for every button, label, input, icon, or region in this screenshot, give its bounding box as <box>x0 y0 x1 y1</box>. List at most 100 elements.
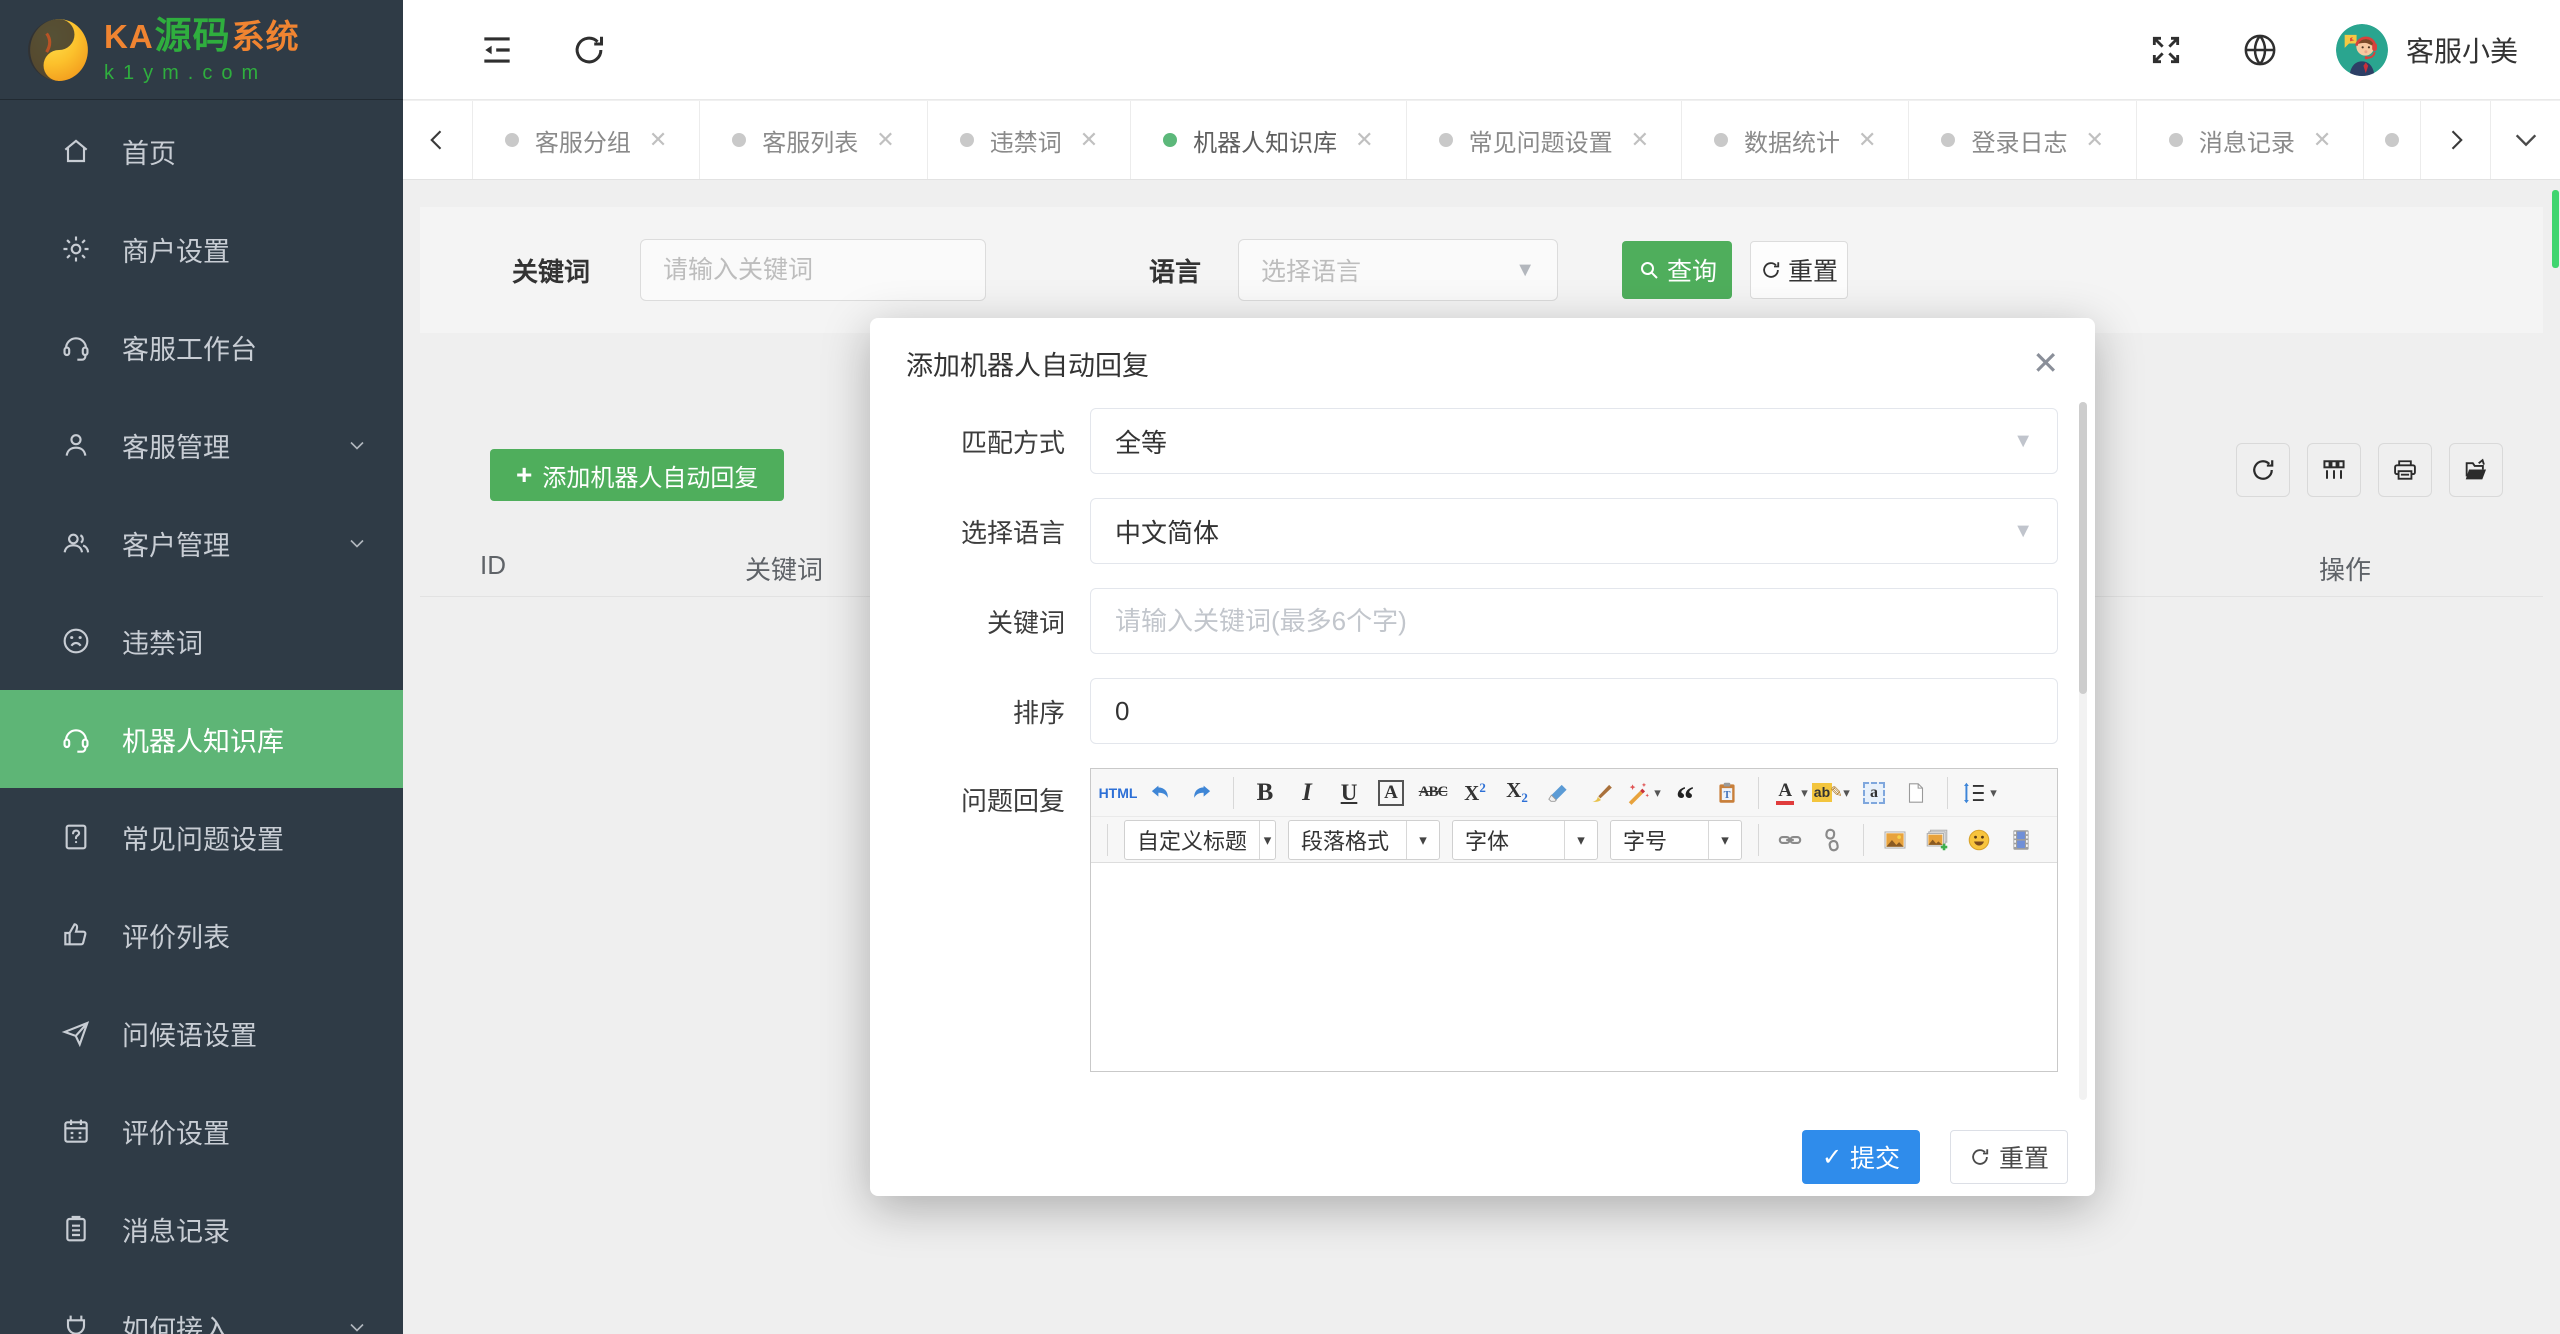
tabs-dropdown-button[interactable] <box>2490 101 2560 179</box>
export-button[interactable] <box>2449 443 2503 497</box>
tab-login-log[interactable]: 登录日志 ✕ <box>1908 101 2135 179</box>
filter-reset-button[interactable]: 重置 <box>1750 241 1849 299</box>
sidebar-item-service-management[interactable]: 客服管理 <box>0 396 403 494</box>
collapse-sidebar-button[interactable] <box>477 30 517 70</box>
quick-format-button[interactable]: ▾ <box>1623 773 1663 813</box>
close-icon[interactable]: ✕ <box>2032 347 2059 379</box>
new-document-button[interactable] <box>1896 773 1936 813</box>
calendar-icon <box>60 1115 92 1147</box>
user-avatar[interactable] <box>2335 23 2388 76</box>
refresh-page-button[interactable] <box>569 30 609 70</box>
format-brush-button[interactable] <box>1581 773 1621 813</box>
add-robot-reply-button[interactable]: + 添加机器人自动回复 <box>490 449 785 501</box>
sidebar-item-review-settings[interactable]: 评价设置 <box>0 1082 403 1180</box>
match-type-select[interactable]: 全等 ▼ <box>1090 408 2058 474</box>
tab-close-icon[interactable]: ✕ <box>1355 127 1373 153</box>
anchor-button[interactable]: a <box>1854 773 1894 813</box>
refresh-button[interactable] <box>2236 443 2290 497</box>
tab-close-icon[interactable]: ✕ <box>876 127 894 153</box>
tab-close-icon[interactable]: ✕ <box>1858 127 1876 153</box>
sidebar-item-review-list[interactable]: 评价列表 <box>0 886 403 984</box>
user-name[interactable]: 客服小美 <box>2406 30 2518 70</box>
printer-icon <box>2391 456 2419 484</box>
unlink-button[interactable] <box>1812 820 1852 860</box>
sidebar-item-forbidden-words[interactable]: 违禁词 <box>0 592 403 690</box>
line-height-button[interactable]: ▾ <box>1959 773 1999 813</box>
font-color-button[interactable]: A ▾ <box>1770 773 1810 813</box>
keyword-field-input[interactable] <box>1090 588 2058 654</box>
paste-text-button[interactable]: T <box>1707 773 1747 813</box>
heading-select[interactable]: 自定义标题 ▾ <box>1124 819 1276 860</box>
tab-message-record[interactable]: 消息记录 ✕ <box>2135 101 2363 179</box>
language-filter-select[interactable]: 选择语言 ▼ <box>1238 239 1559 301</box>
sidebar-item-service-workbench[interactable]: 客服工作台 <box>0 298 403 396</box>
modal-scrollbar-thumb[interactable] <box>2079 402 2087 694</box>
redo-button[interactable] <box>1182 773 1222 813</box>
italic-button[interactable]: I <box>1287 773 1327 813</box>
tab-close-icon[interactable]: ✕ <box>1631 127 1649 153</box>
fullscreen-button[interactable] <box>2145 29 2187 71</box>
paragraph-select[interactable]: 段落格式 ▾ <box>1288 819 1440 860</box>
strikethrough-button[interactable]: ABC <box>1413 773 1453 813</box>
highlight-button[interactable]: ab ✎ ▾ <box>1811 773 1852 813</box>
strikethrough-icon: ABC <box>1418 784 1449 800</box>
tab-service-list[interactable]: 客服列表 ✕ <box>699 101 926 179</box>
subscript-button[interactable]: X2 <box>1497 773 1537 813</box>
sidebar-item-merchant-settings[interactable]: 商户设置 <box>0 200 403 298</box>
font-border-button[interactable]: A <box>1371 773 1411 813</box>
unlink-icon <box>1819 827 1845 853</box>
emoticon-button[interactable] <box>1959 820 1999 860</box>
tab-faq-settings[interactable]: 常见问题设置 ✕ <box>1405 101 1681 179</box>
tab-close-icon[interactable]: ✕ <box>2313 127 2331 153</box>
modal-body: 匹配方式 全等 ▼ 选择语言 中文简体 ▼ 关键词 请输入关键词(最多6个字) … <box>870 408 2095 1072</box>
editor-content-area[interactable] <box>1091 863 2057 1071</box>
underline-button[interactable]: U <box>1329 773 1369 813</box>
tabs-scroll-left-button[interactable] <box>403 101 472 179</box>
tab-close-icon[interactable]: ✕ <box>649 127 667 153</box>
page-scrollbar-thumb[interactable] <box>2552 190 2559 268</box>
keyword-filter-input[interactable] <box>640 239 987 301</box>
superscript-button[interactable]: X2 <box>1455 773 1495 813</box>
app-root: KA 源码 系统 k1ym.com 首页 商户设置 客服工作台 客服管理 客户管理 违禁词… <box>0 0 2560 1334</box>
media-button[interactable] <box>2001 820 2041 860</box>
submit-button[interactable]: ✓ 提交 <box>1802 1130 1920 1184</box>
sidebar: KA 源码 系统 k1ym.com 首页 商户设置 客服工作台 客服管理 客户管理 违禁词… <box>0 0 403 1334</box>
undo-button[interactable] <box>1140 773 1180 813</box>
sidebar-item-how-to-connect[interactable]: 如何接入 <box>0 1278 403 1334</box>
font-family-select[interactable]: 字体 ▾ <box>1452 819 1598 860</box>
image-button[interactable] <box>1875 820 1915 860</box>
sidebar-item-robot-knowledge[interactable]: 机器人知识库 <box>0 690 403 788</box>
bold-icon: B <box>1256 778 1274 806</box>
tabs-scroll-right-button[interactable] <box>2420 101 2490 179</box>
tab-close-icon[interactable]: ✕ <box>1080 127 1098 153</box>
tab-partial[interactable] <box>2363 101 2420 179</box>
modal-reset-button[interactable]: 重置 <box>1950 1130 2068 1184</box>
language-select[interactable]: 中文简体 ▼ <box>1090 498 2058 564</box>
multi-image-button[interactable] <box>1917 820 1957 860</box>
sidebar-item-message-record[interactable]: 消息记录 <box>0 1180 403 1278</box>
sidebar-item-customer-management[interactable]: 客户管理 <box>0 494 403 592</box>
link-button[interactable] <box>1770 820 1810 860</box>
tab-forbidden-words[interactable]: 违禁词 ✕ <box>926 101 1130 179</box>
tab-close-icon[interactable]: ✕ <box>2085 127 2103 153</box>
tab-data-statistics[interactable]: 数据统计 ✕ <box>1681 101 1908 179</box>
sidebar-item-home[interactable]: 首页 <box>0 102 403 200</box>
sort-field-input[interactable] <box>1090 678 2058 744</box>
tab-status-dot <box>732 133 747 147</box>
eraser-button[interactable] <box>1539 773 1579 813</box>
brand-logo-area[interactable]: KA 源码 系统 k1ym.com <box>0 0 403 100</box>
html-source-button[interactable]: HTML <box>1098 773 1138 813</box>
bold-button[interactable]: B <box>1245 773 1285 813</box>
format-brush-icon <box>1588 780 1614 806</box>
font-size-select[interactable]: 字号 ▾ <box>1610 819 1742 860</box>
printer-button[interactable] <box>2378 443 2432 497</box>
sidebar-item-greeting-settings[interactable]: 问候语设置 <box>0 984 403 1082</box>
language-button[interactable] <box>2239 29 2281 71</box>
columns-button[interactable] <box>2307 443 2361 497</box>
caret-down-icon: ▼ <box>2013 519 2033 542</box>
sidebar-item-faq-settings[interactable]: 常见问题设置 <box>0 788 403 886</box>
search-button[interactable]: 查询 <box>1622 241 1733 299</box>
blockquote-button[interactable]: “ <box>1665 773 1705 817</box>
tab-robot-knowledge[interactable]: 机器人知识库 ✕ <box>1130 101 1405 179</box>
tab-service-group[interactable]: 客服分组 ✕ <box>471 101 699 179</box>
